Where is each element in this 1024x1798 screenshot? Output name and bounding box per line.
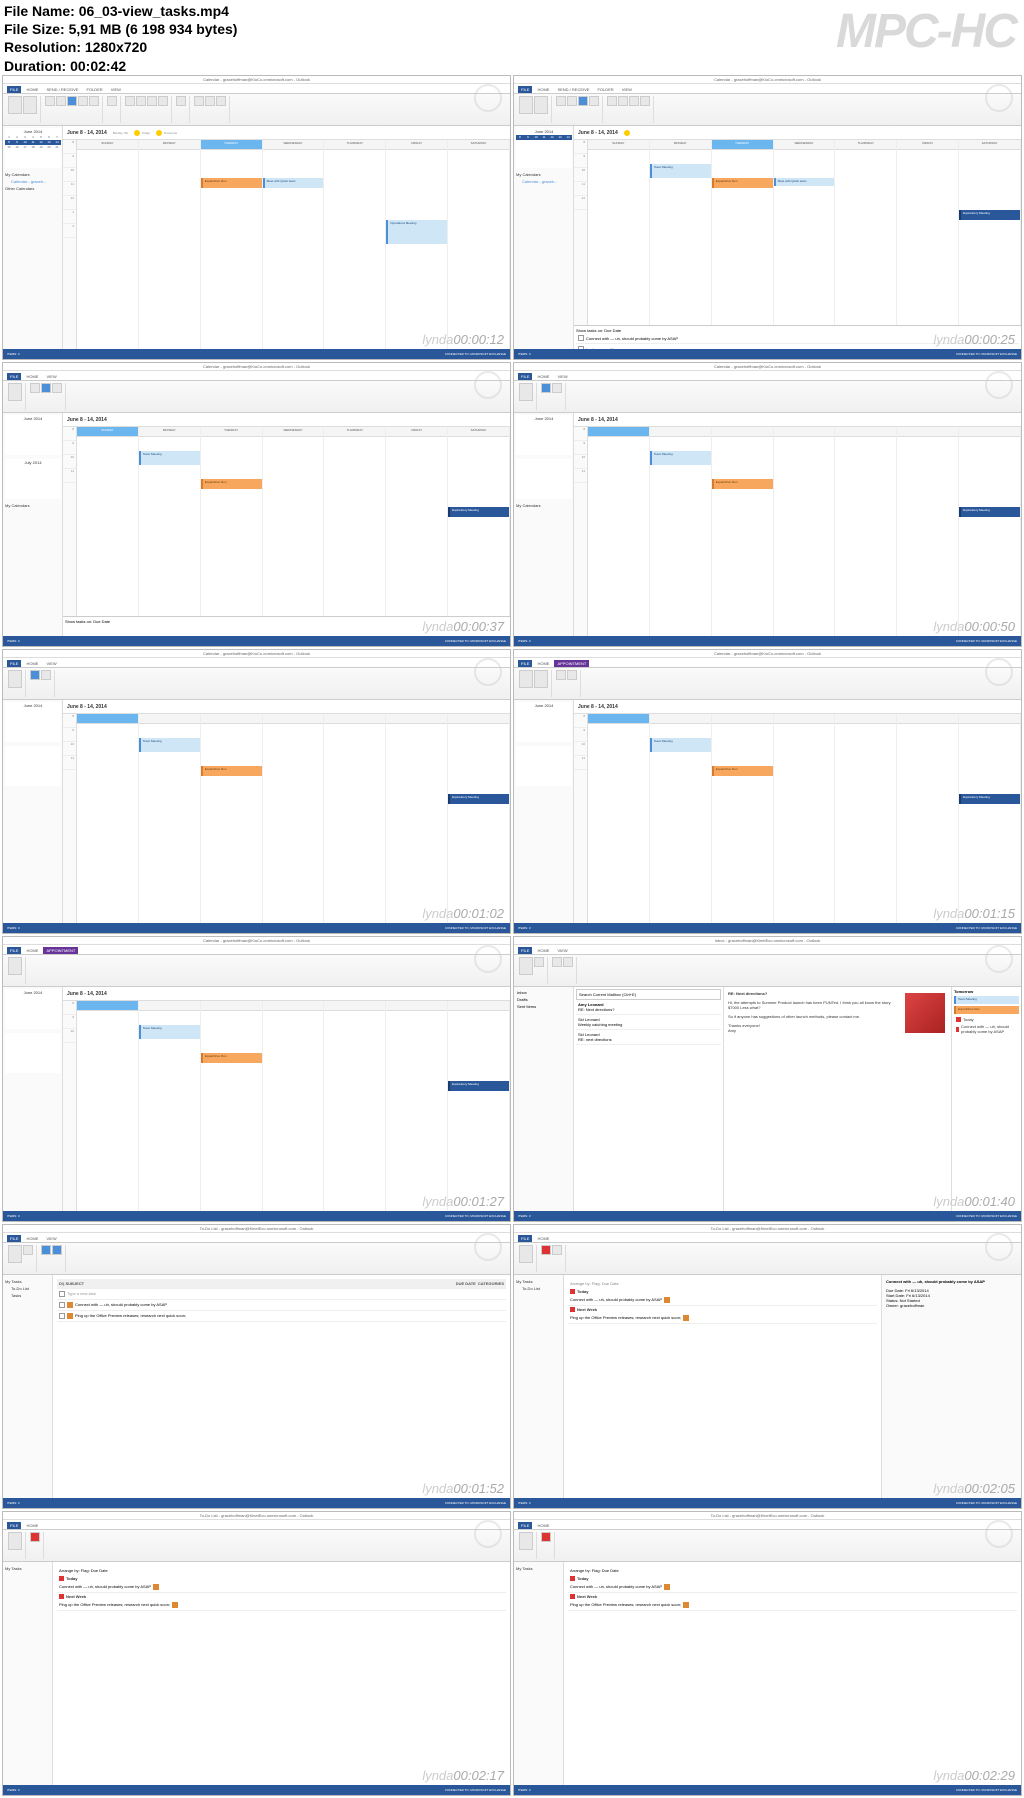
task-detail-pane: Connect with — uh, should probably come … — [881, 1275, 1021, 1498]
event-team-meeting[interactable]: Team Meeting — [650, 164, 711, 178]
task-row[interactable]: Ping up the Office Preview releases; res… — [57, 1311, 506, 1322]
tab-home[interactable]: HOME — [23, 86, 41, 93]
email-attachment-image — [905, 993, 945, 1033]
thumbnail-10: To-Do List - gracehoffman@KinetEco.onmic… — [513, 1224, 1022, 1509]
tasks-folder[interactable]: Tasks — [5, 1293, 50, 1298]
thumbnail-grid: Calendar - gracehoffman@KioCo.onmicrosof… — [0, 0, 1024, 1798]
status-bar: ITEMS: 3CONNECTED TO: MICROSOFT EXCHANGE — [3, 349, 510, 359]
sidebar: June 2014 1234567 891011121314 151617181… — [3, 126, 63, 349]
sun-icon — [156, 130, 162, 136]
tab-folder[interactable]: FOLDER — [83, 86, 105, 93]
calendar-item[interactable]: Calendar - graceh... — [5, 179, 60, 184]
window-title: Calendar - gracehoffman@KioCo.onmicrosof… — [3, 76, 510, 84]
todo-bar: Tomorrow Team Meeting ExpanDrive Run Tod… — [951, 987, 1021, 1210]
event-expandrive[interactable]: ExpanDrive Run — [201, 178, 262, 188]
timestamp: lynda00:00:12 — [422, 332, 504, 347]
date-header: June 8 - 14, 2014 Bentley, WI Today Tomo… — [63, 126, 510, 140]
file-info-overlay: File Name: 06_03-view_tasks.mp4 File Siz… — [4, 2, 237, 75]
reading-pane: RE: Next directions? Hi, the attempts to… — [724, 987, 951, 1210]
reply-button[interactable] — [552, 957, 562, 967]
event-operations[interactable]: Operations Meeting — [386, 220, 447, 244]
thumbnail-8: Inbox - gracehoffman@KinetEco.onmicrosof… — [513, 936, 1022, 1221]
todo-list[interactable]: To-Do List — [5, 1286, 50, 1291]
thumbnail-3: Calendar - gracehoffman@KioCo.onmicrosof… — [2, 362, 511, 647]
thumbnail-11: To-Do List - gracehoffman@KinetEco.onmic… — [2, 1511, 511, 1796]
ribbon — [3, 94, 510, 126]
my-calendars-section[interactable]: My Calendars — [5, 172, 60, 177]
folder-pane-button[interactable] — [136, 96, 146, 106]
tab-send[interactable]: SEND / RECEIVE — [43, 86, 81, 93]
event-meet[interactable]: Meet with Quick team — [263, 178, 324, 188]
flag-button[interactable] — [541, 1245, 551, 1255]
todo-bar-button[interactable] — [158, 96, 168, 106]
reminders-button[interactable] — [194, 96, 204, 106]
lynda-circle-icon — [985, 84, 1013, 112]
my-tasks[interactable]: My Tasks — [5, 1279, 50, 1284]
tab-file[interactable]: FILE — [7, 86, 21, 93]
mpc-hc-watermark: MPC-HC — [836, 4, 1016, 59]
thumbnail-12: To-Do List - gracehoffman@KinetEco.onmic… — [513, 1511, 1022, 1796]
date-range: June 8 - 14, 2014 — [67, 130, 107, 136]
email-item[interactable]: Amy LeonardRE: Next directions? — [576, 1000, 721, 1015]
ribbon-tabs: FILE HOME SEND / RECEIVE FOLDER VIEW — [3, 84, 510, 94]
open-new-button[interactable] — [205, 96, 215, 106]
file-size: File Size: 5,91 MB (6 198 934 bytes) — [4, 20, 237, 38]
delete-button[interactable] — [534, 957, 544, 967]
tab-view[interactable]: VIEW — [108, 86, 124, 93]
people-pane-button[interactable] — [176, 96, 186, 106]
file-name: File Name: 06_03-view_tasks.mp4 — [4, 2, 237, 20]
thumbnail-5: Calendar - gracehoffman@KioCo.onmicrosof… — [2, 649, 511, 934]
thumbnail-7: Calendar - gracehoffman@KioCo.onmicrosof… — [2, 936, 511, 1221]
daily-task-button[interactable] — [125, 96, 135, 106]
appointment-tab[interactable]: APPOINTMENT — [554, 660, 589, 667]
change-view-icon[interactable] — [8, 96, 22, 114]
reading-pane-button[interactable] — [147, 96, 157, 106]
lynda-circle-icon — [474, 84, 502, 112]
reset-view-icon[interactable] — [23, 96, 37, 114]
thumbnail-9: To-Do List - gracehoffman@KinetEco.onmic… — [2, 1224, 511, 1509]
thumbnail-6: Calendar - gracehoffman@KioCo.onmicrosof… — [513, 649, 1022, 934]
message-list: Search Current Mailbox (Ctrl+E) Amy Leon… — [574, 987, 724, 1210]
new-email-button[interactable] — [519, 957, 533, 975]
task-list: D!| SUBJECTDUE DATECATEGORIES Type a new… — [53, 1275, 510, 1498]
schedule-button[interactable] — [89, 96, 99, 106]
inbox-folder[interactable]: Inbox — [516, 989, 571, 996]
forward-button[interactable] — [563, 957, 573, 967]
month-button[interactable] — [78, 96, 88, 106]
thumbnail-4: Calendar - gracehoffman@KioCo.onmicrosof… — [513, 362, 1022, 647]
close-all-button[interactable] — [216, 96, 226, 106]
day-button[interactable] — [45, 96, 55, 106]
folder-pane: Inbox Drafts Sent Items — [514, 987, 574, 1210]
task-new-input[interactable]: Type a new task — [57, 1289, 506, 1300]
sun-icon — [134, 130, 140, 136]
week-button[interactable] — [67, 96, 77, 106]
search-box[interactable]: Search Current Mailbox (Ctrl+E) — [576, 989, 721, 1000]
other-calendars-section[interactable]: Other Calendars — [5, 186, 60, 191]
mini-calendar[interactable]: June 2014 1234567 891011121314 151617181… — [5, 128, 61, 168]
drafts-folder[interactable]: Drafts — [516, 996, 571, 1003]
sent-folder[interactable]: Sent Items — [516, 1003, 571, 1010]
file-resolution: Resolution: 1280x720 — [4, 38, 237, 56]
work-week-button[interactable] — [56, 96, 66, 106]
window-title: Calendar - gracehoffman@KioCo.onmicrosof… — [514, 76, 1021, 84]
color-button[interactable] — [107, 96, 117, 106]
thumbnail-2: Calendar - gracehoffman@KioCo.onmicrosof… — [513, 75, 1022, 360]
task-row[interactable]: Connect with — uh, should probably come … — [57, 1300, 506, 1311]
thumbnail-1: Calendar - gracehoffman@KioCo.onmicrosof… — [2, 75, 511, 360]
flag-icon — [956, 1017, 961, 1022]
file-duration: Duration: 00:02:42 — [4, 57, 237, 75]
